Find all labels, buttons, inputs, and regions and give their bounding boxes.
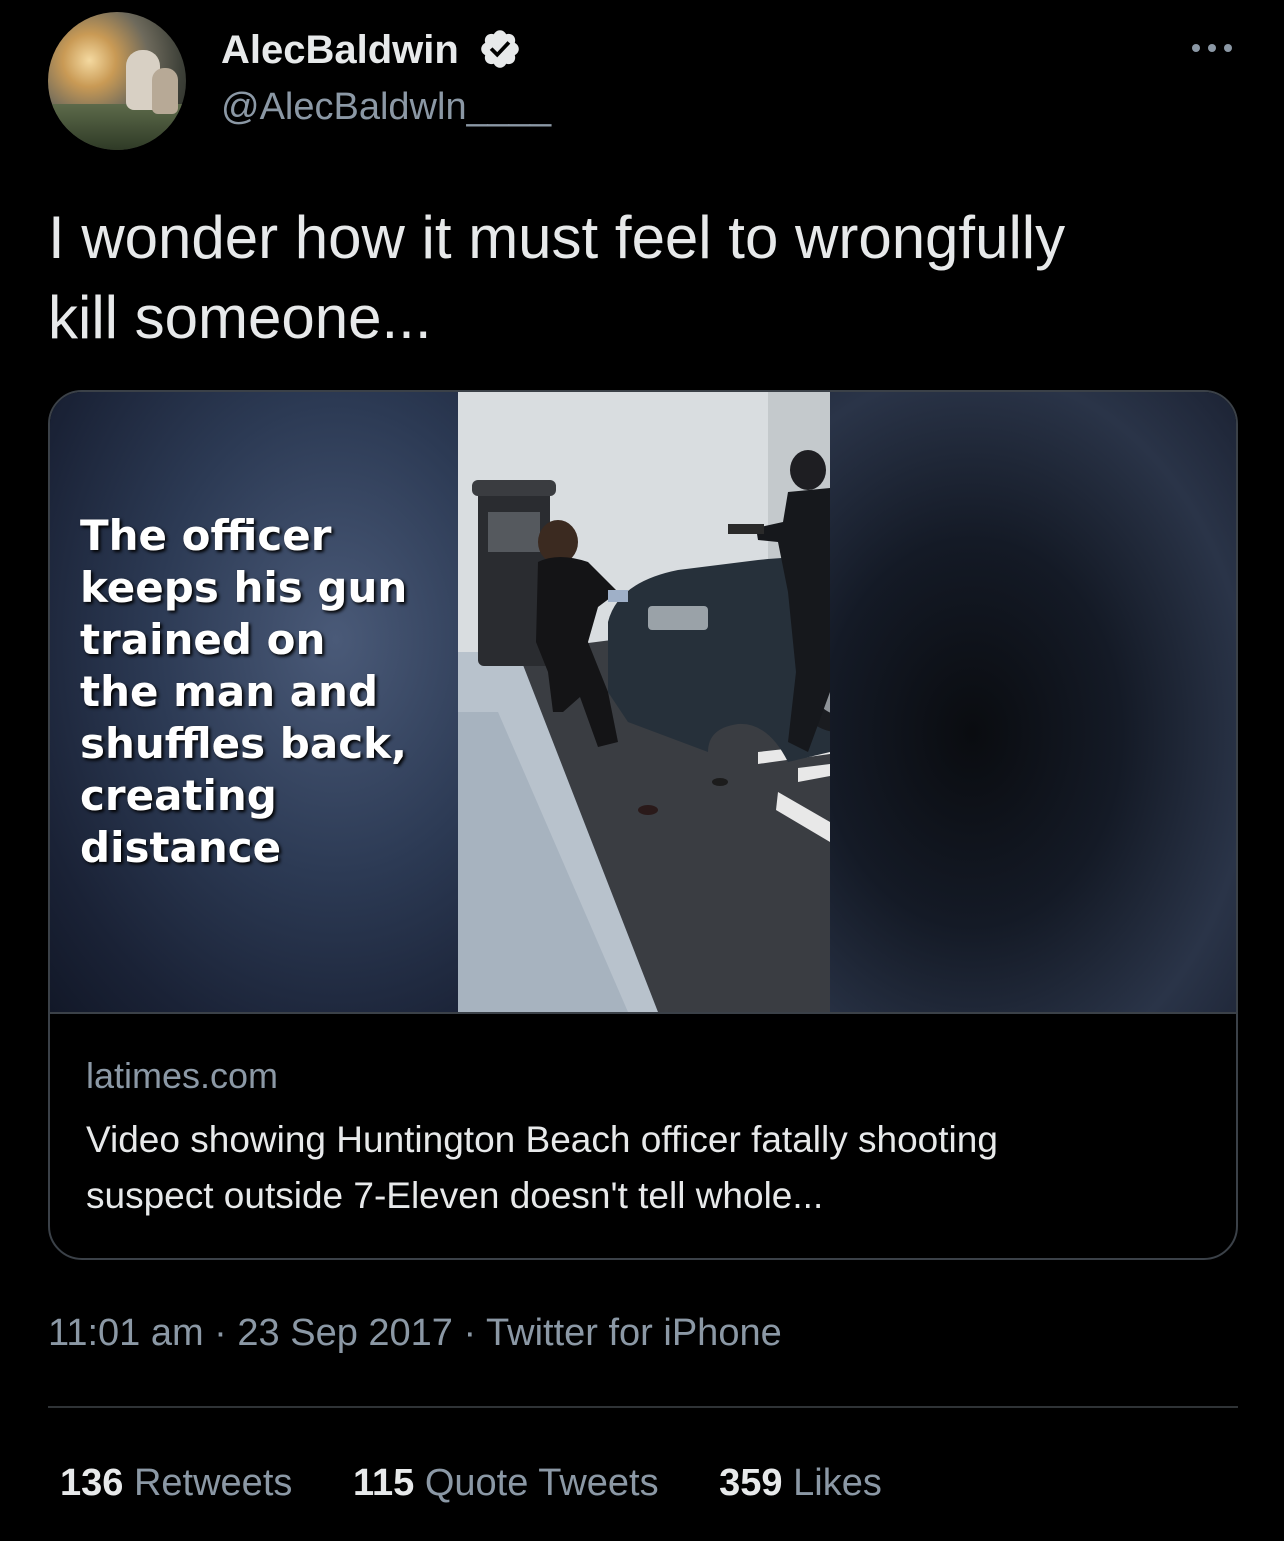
author-display-name[interactable]: AlecBaldwin <box>221 26 459 74</box>
avatar-figure <box>152 68 178 114</box>
verified-badge-icon <box>481 30 519 68</box>
divider <box>48 1406 1238 1408</box>
engagement-stats: 136 Retweets 115 Quote Tweets 359 Likes <box>60 1458 932 1508</box>
card-video-thumbnail[interactable]: The officer keeps his gun trained on the… <box>50 392 1236 1012</box>
retweets-count: 136 <box>60 1462 124 1504</box>
likes-stat[interactable]: 359 Likes <box>719 1458 882 1508</box>
tweet-source[interactable]: Twitter for iPhone <box>486 1312 782 1354</box>
card-title: Video showing Huntington Beach officer f… <box>86 1119 998 1216</box>
video-frame-scene <box>458 392 830 1012</box>
card-footer[interactable]: latimes.com Video showing Huntington Bea… <box>50 1012 1236 1258</box>
tweet-meta: 11:01 am · 23 Sep 2017 · Twitter for iPh… <box>48 1310 782 1356</box>
quotes-stat[interactable]: 115 Quote Tweets <box>353 1458 659 1508</box>
author-handle[interactable]: @AlecBaldwln____ <box>221 84 551 130</box>
meta-separator: · <box>203 1312 238 1354</box>
tweet-date[interactable]: 23 Sep 2017 <box>237 1312 453 1354</box>
quotes-label: Quote Tweets <box>424 1462 659 1504</box>
retweets-stat[interactable]: 136 Retweets <box>60 1458 292 1508</box>
more-options-icon[interactable] <box>1188 36 1236 60</box>
quotes-count: 115 <box>352 1462 415 1504</box>
card-domain: latimes.com <box>86 1055 279 1096</box>
tweet-text: I wonder how it must feel to wrongfully … <box>48 204 1066 351</box>
avatar[interactable] <box>48 12 186 150</box>
tweet-time[interactable]: 11:01 am <box>48 1312 204 1354</box>
likes-label: Likes <box>793 1462 882 1504</box>
retweets-label: Retweets <box>133 1462 293 1504</box>
meta-separator: · <box>452 1312 487 1354</box>
media-blurred-right <box>830 392 1236 1012</box>
likes-count: 359 <box>719 1462 783 1504</box>
link-card[interactable]: The officer keeps his gun trained on the… <box>48 390 1238 1260</box>
video-caption: The officer keeps his gun trained on the… <box>80 511 408 872</box>
media-blurred-left: The officer keeps his gun trained on the… <box>50 392 458 1012</box>
